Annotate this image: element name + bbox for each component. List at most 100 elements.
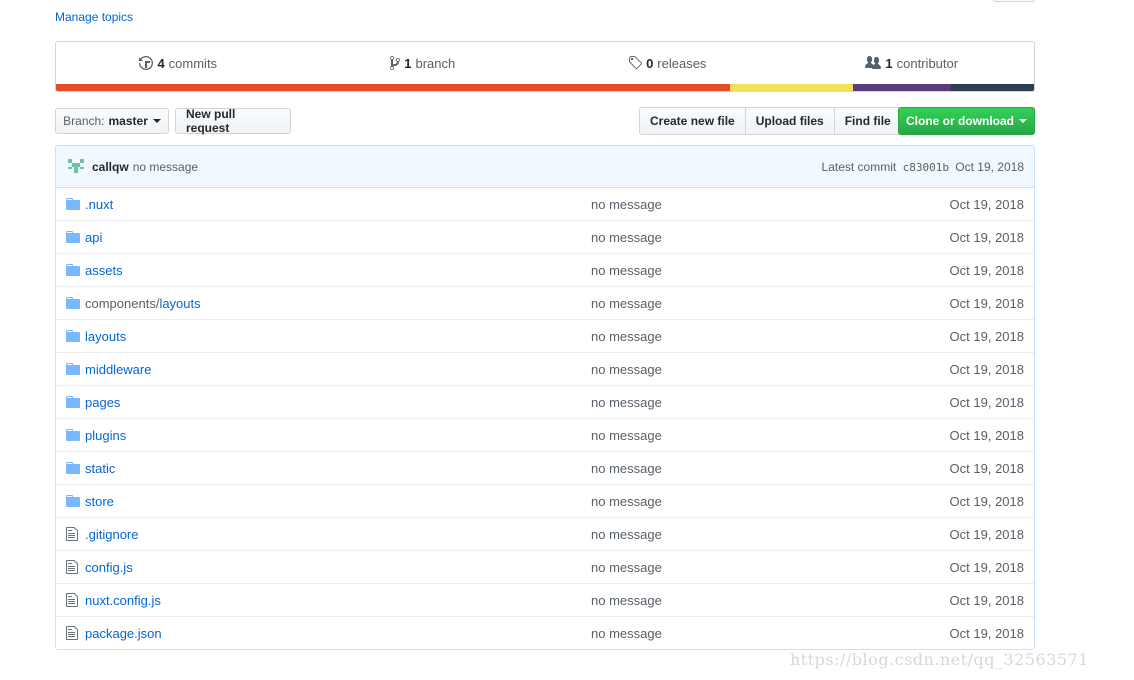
language-segment[interactable]: [729, 84, 854, 91]
create-new-file-button[interactable]: Create new file: [639, 107, 746, 135]
file-commit-message[interactable]: no message: [591, 626, 662, 641]
file-name-link[interactable]: plugins: [85, 428, 126, 443]
file-age: Oct 19, 2018: [949, 196, 1024, 212]
folder-icon: [66, 460, 80, 476]
branches-count: 1: [404, 55, 412, 71]
file-name-link[interactable]: assets: [85, 263, 123, 278]
clone-or-download-button[interactable]: Clone or download: [898, 107, 1035, 135]
file-commit-message[interactable]: no message: [591, 494, 662, 509]
file-name[interactable]: assets: [85, 263, 123, 278]
file-commit-message[interactable]: no message: [591, 362, 662, 377]
file-name-link[interactable]: api: [85, 230, 102, 245]
file-commit-message[interactable]: no message: [591, 263, 662, 278]
file-age: Oct 19, 2018: [949, 526, 1024, 542]
file-age: Oct 19, 2018: [949, 460, 1024, 476]
file-name-link[interactable]: pages: [85, 395, 120, 410]
watermark: https://blog.csdn.net/qq_32563571: [790, 650, 1089, 669]
file-commit-message[interactable]: no message: [591, 527, 662, 542]
folder-icon: [66, 295, 80, 311]
commit-sha[interactable]: c83001b: [903, 161, 949, 174]
repo-summary: 4 commits 1 branch 0 releases 1 contribu…: [55, 41, 1035, 92]
file-name[interactable]: .nuxt: [85, 197, 113, 212]
file-commit-message[interactable]: no message: [591, 197, 662, 212]
file-icon: [66, 559, 80, 575]
contributors-link[interactable]: 1 contributor: [790, 42, 1035, 84]
releases-link[interactable]: 0 releases: [545, 42, 790, 84]
avatar[interactable]: [66, 156, 86, 177]
file-commit-message[interactable]: no message: [591, 329, 662, 344]
file-name-link[interactable]: static: [85, 461, 115, 476]
file-row: middleware no message Oct 19, 2018: [56, 352, 1034, 385]
file-name[interactable]: middleware: [85, 362, 151, 377]
file-name-link[interactable]: package.json: [85, 626, 162, 641]
file-row: static no message Oct 19, 2018: [56, 451, 1034, 484]
file-name-link[interactable]: components/layouts: [85, 296, 201, 311]
releases-count: 0: [646, 55, 654, 71]
file-name-link[interactable]: nuxt.config.js: [85, 593, 161, 608]
file-row: layouts no message Oct 19, 2018: [56, 319, 1034, 352]
file-name[interactable]: plugins: [85, 428, 126, 443]
commit-author[interactable]: callqw: [92, 160, 129, 174]
file-commit-message[interactable]: no message: [591, 296, 662, 311]
file-commit-message[interactable]: no message: [591, 395, 662, 410]
file-name[interactable]: pages: [85, 395, 120, 410]
file-age: Oct 19, 2018: [949, 493, 1024, 509]
upload-files-button[interactable]: Upload files: [744, 107, 835, 135]
latest-commit-label: Latest commit: [821, 159, 897, 174]
branches-link[interactable]: 1 branch: [301, 42, 546, 84]
folder-icon: [66, 427, 80, 443]
file-icon: [66, 526, 80, 542]
contributors-count: 1: [885, 55, 893, 71]
commit-message[interactable]: no message: [133, 160, 198, 174]
file-name[interactable]: api: [85, 230, 102, 245]
file-commit-message[interactable]: no message: [591, 593, 662, 608]
language-segment[interactable]: [56, 84, 730, 91]
file-name[interactable]: layouts: [85, 329, 126, 344]
language-segment[interactable]: [950, 84, 1034, 91]
file-table: callqw no message Latest commit c83001b …: [55, 145, 1035, 650]
file-commit-message[interactable]: no message: [591, 230, 662, 245]
file-name-link[interactable]: store: [85, 494, 114, 509]
folder-icon: [66, 361, 80, 377]
new-pull-request-button[interactable]: New pull request: [175, 107, 291, 135]
file-age: Oct 19, 2018: [949, 328, 1024, 344]
file-name[interactable]: config.js: [85, 560, 133, 575]
file-dir-prefix[interactable]: components/: [85, 296, 159, 311]
file-name[interactable]: static: [85, 461, 115, 476]
branch-prefix: Branch:: [63, 114, 105, 128]
file-actions-group: Create new file Upload files Find file: [639, 107, 902, 135]
file-age: Oct 19, 2018: [949, 427, 1024, 443]
file-row: config.js no message Oct 19, 2018: [56, 550, 1034, 583]
manage-topics-link[interactable]: Manage topics: [55, 10, 133, 24]
file-name[interactable]: nuxt.config.js: [85, 593, 161, 608]
file-name-link[interactable]: .gitignore: [85, 527, 138, 542]
file-name[interactable]: store: [85, 494, 114, 509]
file-name[interactable]: layouts: [159, 296, 200, 311]
file-name[interactable]: package.json: [85, 626, 162, 641]
file-commit-message[interactable]: no message: [591, 560, 662, 575]
language-bar[interactable]: [56, 84, 1034, 91]
file-age: Oct 19, 2018: [949, 625, 1024, 641]
language-segment[interactable]: [853, 84, 951, 91]
file-commit-message[interactable]: no message: [591, 428, 662, 443]
file-name[interactable]: .gitignore: [85, 527, 138, 542]
file-row: store no message Oct 19, 2018: [56, 484, 1034, 517]
history-icon: [139, 56, 154, 70]
file-commit-message[interactable]: no message: [591, 461, 662, 476]
chevron-down-icon: [152, 119, 161, 123]
find-file-button[interactable]: Find file: [833, 107, 902, 135]
file-row: plugins no message Oct 19, 2018: [56, 418, 1034, 451]
file-age: Oct 19, 2018: [949, 592, 1024, 608]
file-name-link[interactable]: config.js: [85, 560, 133, 575]
file-name-link[interactable]: middleware: [85, 362, 151, 377]
branch-select-button[interactable]: Branch: master: [55, 108, 169, 134]
commits-link[interactable]: 4 commits: [56, 42, 301, 84]
latest-commit-bar: callqw no message Latest commit c83001b …: [56, 146, 1034, 188]
commits-count: 4: [157, 55, 165, 71]
file-row: assets no message Oct 19, 2018: [56, 253, 1034, 286]
file-row: .gitignore no message Oct 19, 2018: [56, 517, 1034, 550]
file-list: .nuxt no message Oct 19, 2018 api no message…: [56, 188, 1034, 649]
file-name-link[interactable]: layouts: [85, 329, 126, 344]
top-button-edge[interactable]: [993, 0, 1035, 2]
file-name-link[interactable]: .nuxt: [85, 197, 113, 212]
